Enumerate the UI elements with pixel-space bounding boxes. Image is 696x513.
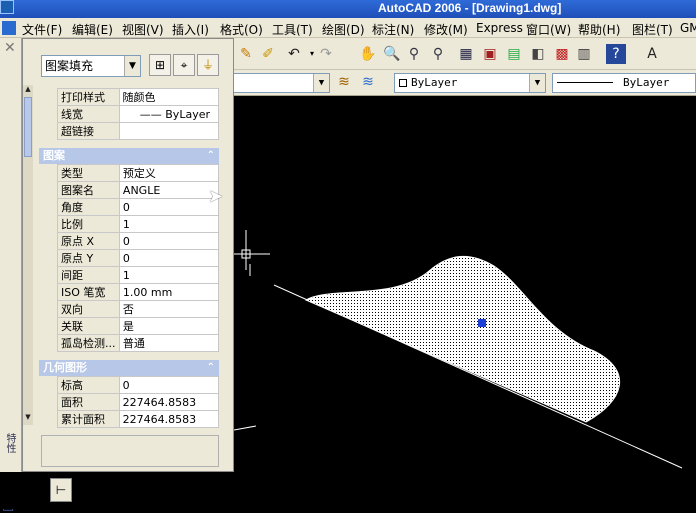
document-icon[interactable] <box>2 21 16 35</box>
help-icon[interactable]: ? <box>606 44 626 64</box>
scroll-down-icon[interactable]: ▼ <box>24 413 32 421</box>
menu-insert[interactable]: 插入(I) <box>172 21 209 38</box>
menu-window[interactable]: 窗口(W) <box>526 21 571 38</box>
menu-tools[interactable]: 工具(T) <box>272 21 313 38</box>
color-dropdown[interactable]: ByLayer ▼ <box>394 73 546 93</box>
palette-scrollbar[interactable]: ▲ ▼ <box>23 85 33 425</box>
pattern-section-header[interactable]: 图案 ⌃ <box>39 148 219 164</box>
properties-palette: 图案填充 ▼ ⊞ ⌖ ⏚ ▲ ▼ 打印样式 随颜色 线宽 —— ByLayer 超链… <box>22 38 234 472</box>
close-icon[interactable]: ✕ <box>4 40 16 56</box>
palette-side-label: 特性 <box>4 433 15 453</box>
pan-icon[interactable]: ✋ <box>358 44 378 64</box>
linetype-sample <box>557 82 613 83</box>
window-title: AutoCAD 2006 - [Drawing1.dwg] <box>378 1 562 15</box>
properties-icon[interactable]: ▦ <box>456 44 476 64</box>
layer-dropdown[interactable]: ▼ <box>230 73 330 93</box>
hatch-region[interactable] <box>304 255 621 423</box>
table-row[interactable]: 累计面积 227464.8583 <box>57 410 220 428</box>
sheet-set-icon[interactable]: ◧ <box>528 44 548 64</box>
description-panel <box>41 435 219 467</box>
table-row[interactable]: 图案名 ANGLE <box>57 181 220 199</box>
markup-icon[interactable]: ▩ <box>552 44 572 64</box>
collapse-icon[interactable]: ⌃ <box>207 148 215 164</box>
general-properties-table: 打印样式 随颜色 线宽 —— ByLayer 超链接 <box>57 88 220 140</box>
chevron-down-icon[interactable]: ▼ <box>313 74 329 92</box>
drawing-canvas[interactable] <box>233 96 696 509</box>
menu-dimension[interactable]: 标注(N) <box>372 21 414 38</box>
menu-bar: 文件(F) 编辑(E) 视图(V) 插入(I) 格式(O) 工具(T) 绘图(D… <box>0 18 696 38</box>
table-row[interactable]: 超链接 <box>57 122 220 140</box>
undo-icon[interactable]: ↶ <box>284 44 304 64</box>
table-row[interactable]: 标高 0 <box>57 376 220 394</box>
redo-icon[interactable]: ↷ <box>316 44 336 64</box>
select-objects-icon[interactable]: ⌖ <box>173 54 195 76</box>
table-row[interactable]: ISO 笔宽 1.00 mm <box>57 283 220 301</box>
menu-file[interactable]: 文件(F) <box>22 21 62 38</box>
collapse-icon[interactable]: ⌃ <box>207 360 215 376</box>
tool-palettes-icon[interactable]: ▤ <box>504 44 524 64</box>
brush-icon[interactable]: ✎ <box>236 44 256 64</box>
drawing-svg <box>233 255 683 469</box>
table-row[interactable]: 线宽 —— ByLayer <box>57 105 220 123</box>
make-current-layer-icon[interactable]: ≋ <box>334 72 354 92</box>
menu-toolbar[interactable]: 图栏(T) <box>632 21 673 38</box>
table-row[interactable]: 角度 0 <box>57 198 220 216</box>
menu-modify[interactable]: 修改(M) <box>424 21 468 38</box>
designcenter-icon[interactable]: ▣ <box>480 44 500 64</box>
quick-select-icon[interactable]: ⏚ <box>197 54 219 76</box>
bottom-left-area: ⊢ <box>0 472 234 509</box>
table-row[interactable]: 间距 1 <box>57 266 220 284</box>
table-row[interactable]: 打印样式 随颜色 <box>57 88 220 106</box>
menu-express[interactable]: Express <box>476 21 523 35</box>
layers-toolbar: ▼ ≋ ≋ ByLayer ▼ ByLayer <box>230 70 696 96</box>
table-row[interactable]: 关联是 <box>57 317 220 335</box>
toggle-pickadd-icon[interactable]: ⊞ <box>149 54 171 76</box>
linetype-dropdown[interactable]: ByLayer <box>552 73 696 93</box>
palette-title-strip[interactable]: ✕ 特性 ▤ <box>0 38 22 513</box>
table-row[interactable]: 孤岛检测... 普通 <box>57 334 220 352</box>
scroll-thumb[interactable] <box>24 97 32 157</box>
mouse-pointer-icon: ➤ <box>208 186 224 207</box>
zoom-previous-icon[interactable]: ⚲ <box>428 44 448 64</box>
menu-view[interactable]: 视图(V) <box>122 21 164 38</box>
geometry-properties-table: 标高 0 面积 227464.8583 累计面积 227464.8583 <box>57 376 220 428</box>
geometry-section-header[interactable]: 几何图形 ⌃ <box>39 360 219 376</box>
menu-format[interactable]: 格式(O) <box>220 21 263 38</box>
match-properties-icon[interactable]: ✐ <box>258 44 278 64</box>
zoom-window-icon[interactable]: ⚲ <box>404 44 424 64</box>
table-row[interactable]: 类型 预定义 <box>57 164 220 182</box>
chevron-down-icon[interactable]: ▼ <box>124 56 140 76</box>
calculator-icon[interactable]: ▥ <box>574 44 594 64</box>
stray-line <box>233 425 257 431</box>
dimension-tool-icon[interactable]: ⊢ <box>50 478 72 502</box>
chevron-down-icon[interactable]: ▼ <box>529 74 545 92</box>
table-row[interactable]: 比例 1 <box>57 215 220 233</box>
scroll-up-icon[interactable]: ▲ <box>24 85 32 93</box>
menu-help[interactable]: 帮助(H) <box>578 21 620 38</box>
pattern-properties-table: 类型 预定义 图案名 ANGLE 角度 0 比例 1 原点 X0 原点 Y0 间距 1 I… <box>57 164 220 352</box>
table-row[interactable]: 原点 X0 <box>57 232 220 250</box>
table-row[interactable]: 面积 227464.8583 <box>57 393 220 411</box>
text-style-icon[interactable]: A <box>642 44 662 64</box>
standard-toolbar: ✎ ✐ ↶ ▾ ↷ ✋ 🔍 ⚲ ⚲ ▦ ▣ ▤ ◧ ▩ ▥ ? A <box>234 38 696 70</box>
grip-point[interactable] <box>478 319 486 327</box>
table-row[interactable]: 原点 Y0 <box>57 249 220 267</box>
menu-edit[interactable]: 编辑(E) <box>72 21 113 38</box>
color-swatch <box>399 79 407 87</box>
menu-gm[interactable]: GM <box>680 21 696 35</box>
zoom-realtime-icon[interactable]: 🔍 <box>382 44 402 64</box>
menu-draw[interactable]: 绘图(D) <box>322 21 365 38</box>
layer-previous-icon[interactable]: ≋ <box>358 72 378 92</box>
autocad-logo-icon <box>0 0 14 14</box>
title-bar: AutoCAD 2006 - [Drawing1.dwg] <box>0 0 696 18</box>
object-type-dropdown[interactable]: 图案填充 ▼ <box>41 55 141 77</box>
table-row[interactable]: 双向否 <box>57 300 220 318</box>
